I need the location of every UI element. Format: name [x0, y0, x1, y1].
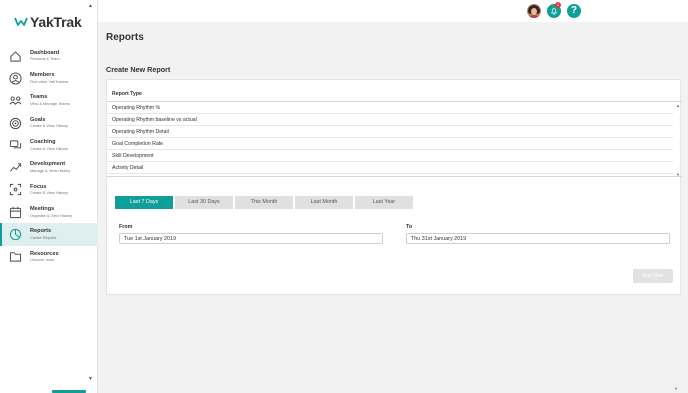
- main-scroll-down-icon[interactable]: ▼: [674, 386, 678, 391]
- sidebar-item-development[interactable]: Development Manage & View History: [0, 156, 98, 178]
- report-type-option[interactable]: Operating Rhythm %: [107, 102, 673, 114]
- sidebar-item-resources[interactable]: Resources Uncover more: [0, 246, 98, 268]
- section-title: Create New Report: [106, 65, 171, 74]
- create-report-card: Report Type Operating Rhythm % Operating…: [106, 79, 682, 295]
- report-type-label: Report Type: [112, 91, 142, 97]
- focus-icon: [9, 184, 22, 196]
- report-type-option[interactable]: Skill Development: [107, 150, 673, 162]
- run-now-button[interactable]: Run Now: [633, 269, 673, 283]
- tab-last-month[interactable]: Last Month: [295, 196, 353, 209]
- report-type-scrollbar[interactable]: ▲ ▼: [674, 102, 682, 176]
- sidebar-scroll-up-icon[interactable]: ▲: [88, 3, 93, 9]
- sidebar-item-sub: Organise & View History: [30, 212, 73, 218]
- pie-chart-icon: [9, 228, 22, 241]
- sidebar-item-label: Meetings: [30, 205, 55, 212]
- sidebar-item-sub: Uncover more: [30, 257, 55, 263]
- sidebar-item-coaching[interactable]: Coaching Create & View History: [0, 134, 98, 156]
- report-type-option[interactable]: Operating Rhythm Detail: [107, 126, 673, 138]
- target-icon: [9, 117, 22, 129]
- tab-last-7-days[interactable]: Last 7 Days: [115, 196, 173, 209]
- brand-name: YakTrak: [30, 14, 82, 30]
- from-date-input[interactable]: [119, 233, 383, 244]
- tab-last-30-days[interactable]: Last 30 Days: [175, 196, 233, 209]
- sidebar-item-goals[interactable]: Goals Create & View History: [0, 112, 98, 134]
- sidebar-item-sub: Personal & Team: [30, 56, 60, 62]
- sidebar-item-sub: Find other YakTrakers: [30, 78, 68, 84]
- sidebar-item-members[interactable]: Members Find other YakTrakers: [0, 67, 98, 89]
- to-date-input[interactable]: [406, 233, 670, 244]
- sidebar-item-label: Members: [30, 72, 55, 79]
- tab-this-month[interactable]: This Month: [235, 196, 293, 209]
- sidebar-item-label: Coaching: [30, 139, 56, 146]
- home-icon: [10, 50, 21, 62]
- report-type-option[interactable]: Goal Completion Rate: [107, 138, 673, 150]
- sidebar-item-sub: Manage & View History: [30, 167, 71, 173]
- sidebar-item-dashboard[interactable]: Dashboard Personal & Team: [0, 45, 98, 67]
- report-type-option[interactable]: Activity Detail: [107, 162, 673, 174]
- folder-icon: [9, 252, 22, 262]
- tab-last-year[interactable]: Last Year: [355, 196, 413, 209]
- yak-logo-icon: [14, 17, 28, 26]
- sidebar-item-sub: Create Reports: [30, 234, 57, 240]
- sidebar-item-teams[interactable]: Teams View & Manage Teams: [0, 90, 98, 112]
- sidebar-item-sub: Create & View History: [30, 123, 68, 129]
- brand-logo[interactable]: YakTrak: [14, 14, 82, 30]
- sidebar-item-sub: View & Manage Teams: [30, 101, 70, 107]
- calendar-icon: [9, 206, 22, 218]
- date-range-tabs: Last 7 Days Last 30 Days This Month Last…: [115, 196, 413, 209]
- user-icon: [9, 72, 22, 85]
- trend-icon: [10, 163, 22, 172]
- team-icon: [9, 96, 22, 106]
- from-label: From: [119, 224, 133, 230]
- chat-icon: [9, 140, 22, 149]
- sidebar-item-sub: Create & View History: [30, 190, 68, 196]
- to-label: To: [406, 224, 413, 230]
- sidebar-nav: Dashboard Personal & Team Members Find oth…: [0, 45, 98, 268]
- sidebar-item-reports[interactable]: Reports Create Reports: [0, 223, 98, 246]
- sidebar-item-meetings[interactable]: Meetings Organise & View History: [0, 201, 98, 223]
- report-type-option[interactable]: Operating Rhythm baseline vs actual: [107, 114, 673, 126]
- sidebar-item-sub: Create & View History: [30, 145, 68, 151]
- scroll-down-icon[interactable]: ▼: [676, 172, 680, 176]
- sidebar-item-focus[interactable]: Focus Create & View History: [0, 179, 98, 201]
- scroll-up-icon[interactable]: ▲: [676, 103, 680, 108]
- page-title: Reports: [106, 32, 144, 43]
- report-type-list[interactable]: Operating Rhythm % Operating Rhythm base…: [107, 101, 682, 177]
- bell-icon: [550, 8, 558, 15]
- sidebar: YakTrak Dashboard Personal & Team Members…: [0, 0, 98, 393]
- sidebar-scroll-down-icon[interactable]: ▼: [88, 376, 93, 382]
- avatar[interactable]: [527, 4, 541, 18]
- top-bar: [98, 0, 688, 22]
- notification-badge: 1: [555, 2, 561, 8]
- help-button[interactable]: ?: [567, 4, 581, 18]
